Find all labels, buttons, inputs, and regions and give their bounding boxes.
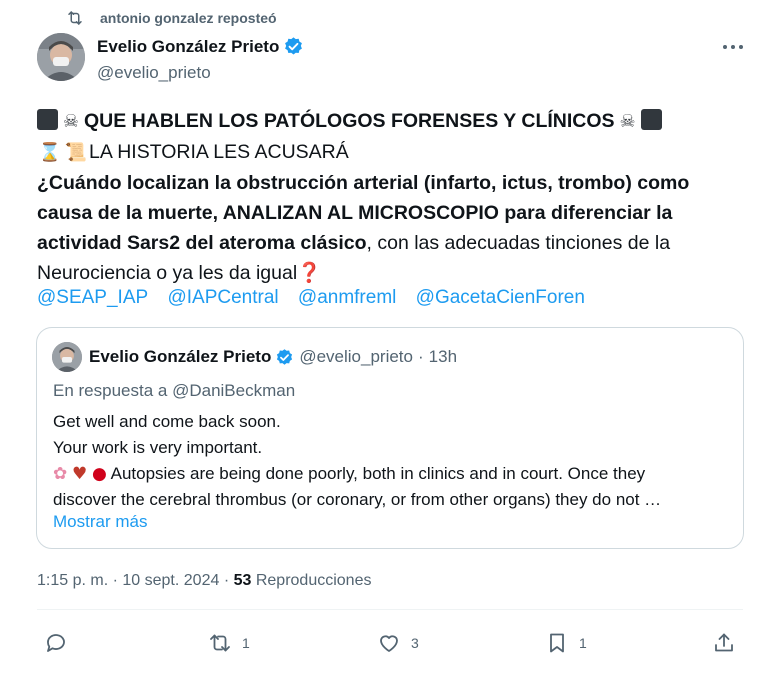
mention-link[interactable]: @IAPCentral [167, 287, 278, 308]
like-button[interactable]: 3 [377, 631, 419, 655]
quoted-text-line: Get well and come back soon. [53, 412, 281, 431]
bookmark-button[interactable]: 1 [545, 631, 587, 655]
skull-icon: ☠ [619, 111, 636, 132]
verified-badge-icon [277, 348, 293, 365]
verified-badge-icon [285, 37, 303, 55]
tweet-headline: QUE HABLEN LOS PATÓLOGOS FORENSES Y CLÍN… [84, 110, 615, 132]
views-count: 53 [233, 572, 252, 589]
share-button[interactable] [712, 631, 736, 655]
tweet-timestamp: 1:15 p. m. · 10 sept. 2024 · 53 Reproduc… [37, 572, 371, 590]
mention-link[interactable]: @SEAP_IAP [37, 287, 148, 308]
quoted-tweet[interactable]: Evelio González Prieto @evelio_prieto · … [36, 327, 744, 549]
avatar[interactable] [37, 33, 85, 81]
tweet-line-2: ⌛ 📜LA HISTORIA LES ACUSARÁ [37, 137, 737, 168]
more-icon[interactable] [720, 36, 746, 58]
quoted-author-handle[interactable]: @evelio_prieto [299, 347, 413, 367]
timestamp-separator: · [112, 572, 118, 589]
divider [37, 609, 743, 610]
black-square-icon [37, 109, 58, 130]
quoted-avatar[interactable] [52, 342, 82, 372]
question-mark-icon: ❓ [297, 261, 322, 284]
quoted-header: Evelio González Prieto @evelio_prieto · … [89, 347, 457, 367]
reply-button[interactable] [44, 631, 68, 655]
repost-icon [210, 634, 230, 652]
tweet-subheadline: LA HISTORIA LES ACUSARÁ [89, 141, 349, 163]
tweet-body: ¿Cuándo localizan la obstrucción arteria… [37, 168, 737, 288]
timestamp-separator: · [223, 572, 230, 589]
skull-icon: ☠ [62, 111, 80, 132]
share-icon [715, 633, 733, 652]
quoted-separator: · [417, 347, 424, 366]
quoted-text-line: Your work is very important. [53, 438, 263, 457]
quoted-text-line: ✿ ♥ ● Autopsies are being done poorly, b… [53, 461, 733, 487]
bookmark-count: 1 [579, 635, 587, 651]
reply-icon [47, 634, 65, 652]
show-more-link[interactable]: Mostrar más [53, 512, 147, 532]
hourglass-icon: ⌛ [38, 142, 62, 163]
like-icon [380, 635, 398, 652]
repost-count: 1 [242, 635, 250, 651]
brain-icon: ✿ [53, 464, 68, 484]
repost-indicator[interactable]: antonio gonzalez reposteó [66, 9, 277, 27]
mentions: @SEAP_IAP @IAPCentral @anmfreml @GacetaC… [37, 287, 599, 309]
views-label: Reproducciones [255, 572, 372, 589]
quoted-text-line: discover the cerebral thrombus (or coron… [53, 490, 662, 509]
scroll-icon: 📜 [64, 142, 88, 163]
black-square-icon [640, 109, 662, 130]
blood-drop-icon: ● [91, 464, 107, 484]
quoted-time[interactable]: 13h [429, 347, 457, 367]
repost-button[interactable]: 1 [208, 631, 250, 655]
tweet-text: ☠ QUE HABLEN LOS PATÓLOGOS FORENSES Y CLÍ… [37, 106, 737, 288]
bookmark-icon [550, 633, 564, 653]
repost-icon [68, 11, 82, 25]
quoted-text-line-3: Autopsies are being done poorly, both in… [110, 464, 646, 483]
like-count: 3 [411, 635, 419, 651]
mention-link[interactable]: @GacetaCienForen [416, 287, 585, 308]
author-name[interactable]: Evelio González Prieto [97, 36, 304, 57]
heart-organ-icon: ♥ [71, 464, 88, 484]
quoted-reply-to: En respuesta a @DaniBeckman [53, 381, 296, 400]
repost-text: antonio gonzalez reposteó [100, 10, 277, 26]
author-name-text: Evelio González Prieto [97, 36, 280, 56]
quoted-author-name[interactable]: Evelio González Prieto [89, 347, 271, 367]
tweet-time[interactable]: 1:15 p. m. [37, 572, 108, 589]
mention-link[interactable]: @anmfreml [298, 287, 396, 308]
tweet-date[interactable]: 10 sept. 2024 [122, 572, 219, 589]
quoted-text: Get well and come back soon. Your work i… [53, 409, 733, 513]
author-handle[interactable]: @evelio_prieto [97, 63, 211, 83]
tweet-line-1: ☠ QUE HABLEN LOS PATÓLOGOS FORENSES Y CLÍ… [37, 106, 737, 137]
